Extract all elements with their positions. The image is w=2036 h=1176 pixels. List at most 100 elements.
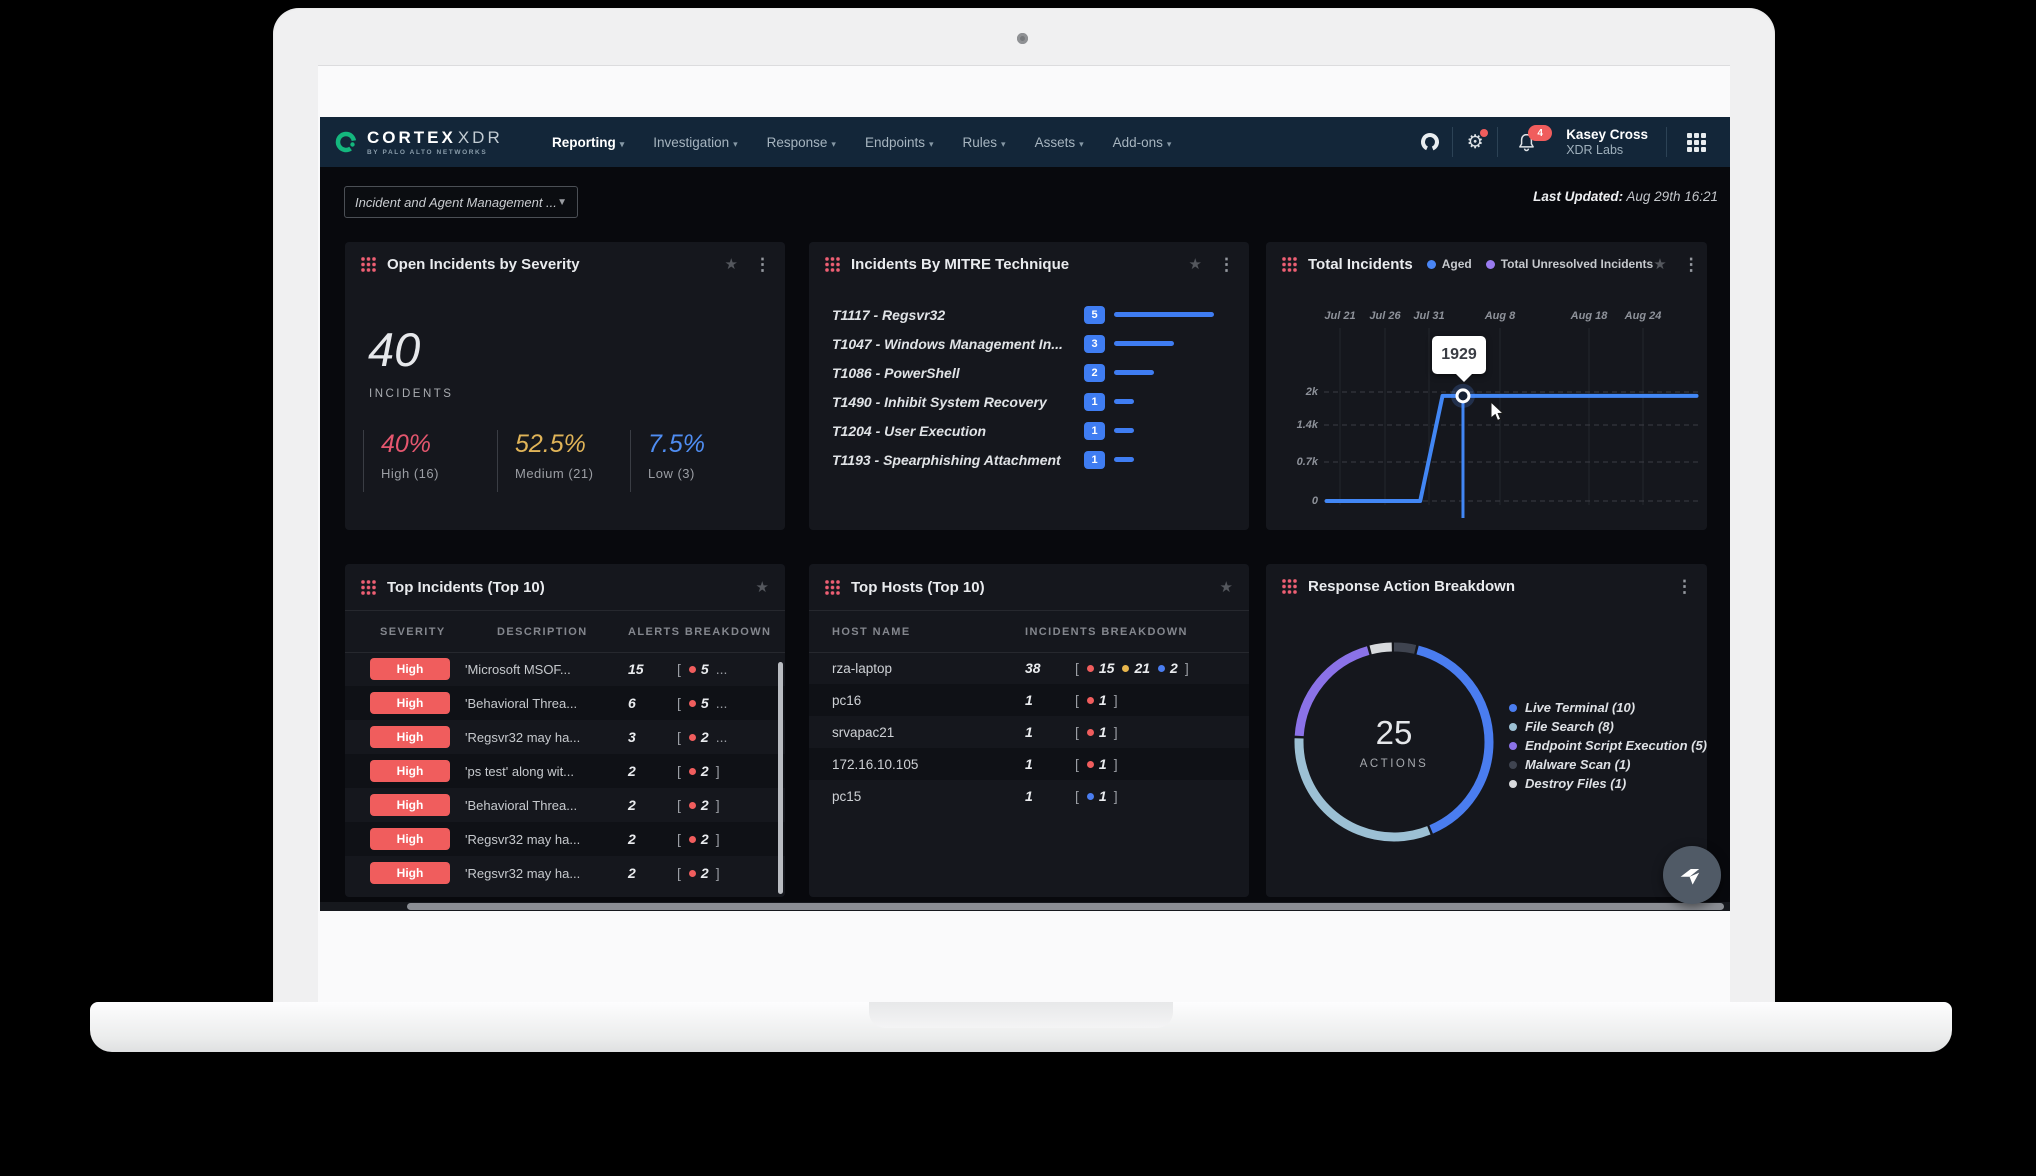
host-row[interactable]: 172.16.10.105 1 [1] xyxy=(809,748,1249,780)
incident-row[interactable]: High 'Behavioral Threa... 6 [5... xyxy=(345,686,785,720)
horizontal-scrollbar-track[interactable] xyxy=(320,902,1730,911)
kebab-menu-icon[interactable]: ⋮ xyxy=(754,256,771,273)
legend-item[interactable]: Malware Scan (1) xyxy=(1509,757,1631,772)
star-icon[interactable]: ★ xyxy=(725,255,738,273)
assistant-fab-button[interactable] xyxy=(1663,846,1721,904)
query-assistant-button[interactable] xyxy=(1408,117,1452,167)
mitre-row[interactable]: T1047 - Windows Management In... 3 xyxy=(832,329,1233,358)
stat-medium-label: Medium (21) xyxy=(515,466,593,481)
user-name: Kasey Cross xyxy=(1566,127,1648,143)
cortex-logo-icon xyxy=(334,130,358,154)
user-menu[interactable]: Kasey Cross XDR Labs xyxy=(1554,127,1666,157)
count-badge: 3 xyxy=(1084,335,1105,353)
menu-investigation[interactable]: Investigation▾ xyxy=(653,135,737,150)
chevron-down-icon: ▾ xyxy=(1001,139,1006,149)
column-incidents-breakdown[interactable]: INCIDENTS BREAKDOWN xyxy=(1025,626,1188,638)
widget-icon xyxy=(1282,579,1297,594)
column-severity[interactable]: SEVERITY xyxy=(380,626,446,638)
notifications-button[interactable]: 4 xyxy=(1498,117,1554,167)
brand-name: CORTEXXDR xyxy=(367,128,503,148)
severity-dot xyxy=(1087,729,1094,736)
column-description[interactable]: DESCRIPTION xyxy=(497,626,588,638)
menu-assets[interactable]: Assets▾ xyxy=(1035,135,1084,150)
mitre-row[interactable]: T1204 - User Execution 1 xyxy=(832,416,1233,445)
incident-row[interactable]: High 'Microsoft MSOF... 15 [5... xyxy=(345,652,785,686)
legend-item[interactable]: File Search (8) xyxy=(1509,719,1614,734)
host-row[interactable]: rza-laptop 38 [15212] xyxy=(809,652,1249,684)
star-icon[interactable]: ★ xyxy=(1220,578,1233,596)
star-icon[interactable]: ★ xyxy=(756,578,769,596)
host-row[interactable]: srvapac21 1 [1] xyxy=(809,716,1249,748)
settings-alert-dot xyxy=(1480,129,1488,137)
brand-logo[interactable]: CORTEXXDR BY PALO ALTO NETWORKS xyxy=(334,128,530,156)
kebab-menu-icon[interactable]: ⋮ xyxy=(1218,256,1235,273)
chevron-down-icon: ▾ xyxy=(733,139,738,149)
dashboard-selector[interactable]: Incident and Agent Management ... ▼ xyxy=(344,186,578,218)
mitre-row[interactable]: T1193 - Spearphishing Attachment 1 xyxy=(832,445,1233,474)
app-launcher-button[interactable] xyxy=(1687,133,1706,152)
alert-dot xyxy=(689,836,696,843)
total-incidents-chart[interactable] xyxy=(1266,242,1707,530)
menu-addons[interactable]: Add-ons▾ xyxy=(1113,135,1172,150)
vertical-scrollbar[interactable] xyxy=(778,662,783,894)
stat-medium-value: 52.5% xyxy=(515,430,593,459)
severity-dot xyxy=(1087,665,1094,672)
panel-open-incidents-by-severity: Open Incidents by Severity ★ ⋮ 40 INCIDE… xyxy=(345,242,785,530)
legend-item[interactable]: Endpoint Script Execution (5) xyxy=(1509,738,1707,753)
alert-dot xyxy=(689,700,696,707)
count-badge: 5 xyxy=(1084,306,1105,324)
page: CORTEXXDR BY PALO ALTO NETWORKS Reportin… xyxy=(0,0,2036,1176)
panel-top-hosts: Top Hosts (Top 10) ★ HOST NAME INCIDENTS… xyxy=(809,564,1249,897)
incident-row[interactable]: High 'Regsvr32 may ha... 3 [2... xyxy=(345,720,785,754)
incident-row[interactable]: High 'ps test' along wit... 2 [2] xyxy=(345,754,785,788)
column-host-name[interactable]: HOST NAME xyxy=(832,626,911,638)
divider xyxy=(1666,127,1667,157)
chart-tooltip: 1929 xyxy=(1432,336,1486,374)
legend-dot xyxy=(1509,742,1517,750)
mitre-row[interactable]: T1086 - PowerShell 2 xyxy=(832,358,1233,387)
severity-badge: High xyxy=(370,658,450,680)
laptop-camera xyxy=(1017,33,1028,44)
legend-item[interactable]: Live Terminal (10) xyxy=(1509,700,1635,715)
menu-response[interactable]: Response▾ xyxy=(767,135,836,150)
horizontal-scrollbar-thumb[interactable] xyxy=(407,903,1724,910)
mitre-row[interactable]: T1490 - Inhibit System Recovery 1 xyxy=(832,387,1233,416)
star-icon[interactable]: ★ xyxy=(1189,255,1202,273)
stat-medium: 52.5% Medium (21) xyxy=(497,430,593,492)
severity-dot xyxy=(1158,665,1165,672)
widget-icon xyxy=(825,257,840,272)
chevron-down-icon: ▾ xyxy=(1079,139,1084,149)
mitre-row[interactable]: T1117 - Regsvr32 5 xyxy=(832,300,1233,329)
severity-dot xyxy=(1087,761,1094,768)
column-alerts-breakdown[interactable]: ALERTS BREAKDOWN xyxy=(628,626,771,638)
chevron-down-icon: ▾ xyxy=(929,139,934,149)
menu-reporting[interactable]: Reporting▾ xyxy=(552,135,624,150)
alert-dot xyxy=(689,802,696,809)
host-row[interactable]: pc15 1 [1] xyxy=(809,780,1249,812)
settings-button[interactable]: ⚙ xyxy=(1453,117,1497,167)
panel-title: Top Incidents (Top 10) xyxy=(387,579,545,596)
legend-dot xyxy=(1509,761,1517,769)
alert-dot xyxy=(689,666,696,673)
kebab-menu-icon[interactable]: ⋮ xyxy=(1676,578,1693,595)
alert-dot xyxy=(689,870,696,877)
last-updated-value: Aug 29th 16:21 xyxy=(1626,189,1718,204)
count-badge: 2 xyxy=(1084,364,1105,382)
incident-row[interactable]: High 'Regsvr32 may ha... 2 [2] xyxy=(345,856,785,890)
severity-badge: High xyxy=(370,726,450,748)
user-org: XDR Labs xyxy=(1566,143,1648,157)
bar xyxy=(1114,457,1134,462)
bar xyxy=(1114,341,1174,346)
stat-low-label: Low (3) xyxy=(648,466,705,481)
incident-row[interactable]: High 'Behavioral Threa... 2 [2] xyxy=(345,788,785,822)
host-row[interactable]: pc16 1 [1] xyxy=(809,684,1249,716)
severity-dot xyxy=(1122,665,1129,672)
beacon-flag-icon xyxy=(1677,860,1707,890)
panel-top-incidents: Top Incidents (Top 10) ★ SEVERITY DESCRI… xyxy=(345,564,785,897)
menu-endpoints[interactable]: Endpoints▾ xyxy=(865,135,934,150)
legend-item[interactable]: Destroy Files (1) xyxy=(1509,776,1626,791)
legend-dot xyxy=(1509,723,1517,731)
incident-row[interactable]: High 'Regsvr32 may ha... 2 [2] xyxy=(345,822,785,856)
laptop-base xyxy=(90,1002,1952,1052)
menu-rules[interactable]: Rules▾ xyxy=(963,135,1006,150)
